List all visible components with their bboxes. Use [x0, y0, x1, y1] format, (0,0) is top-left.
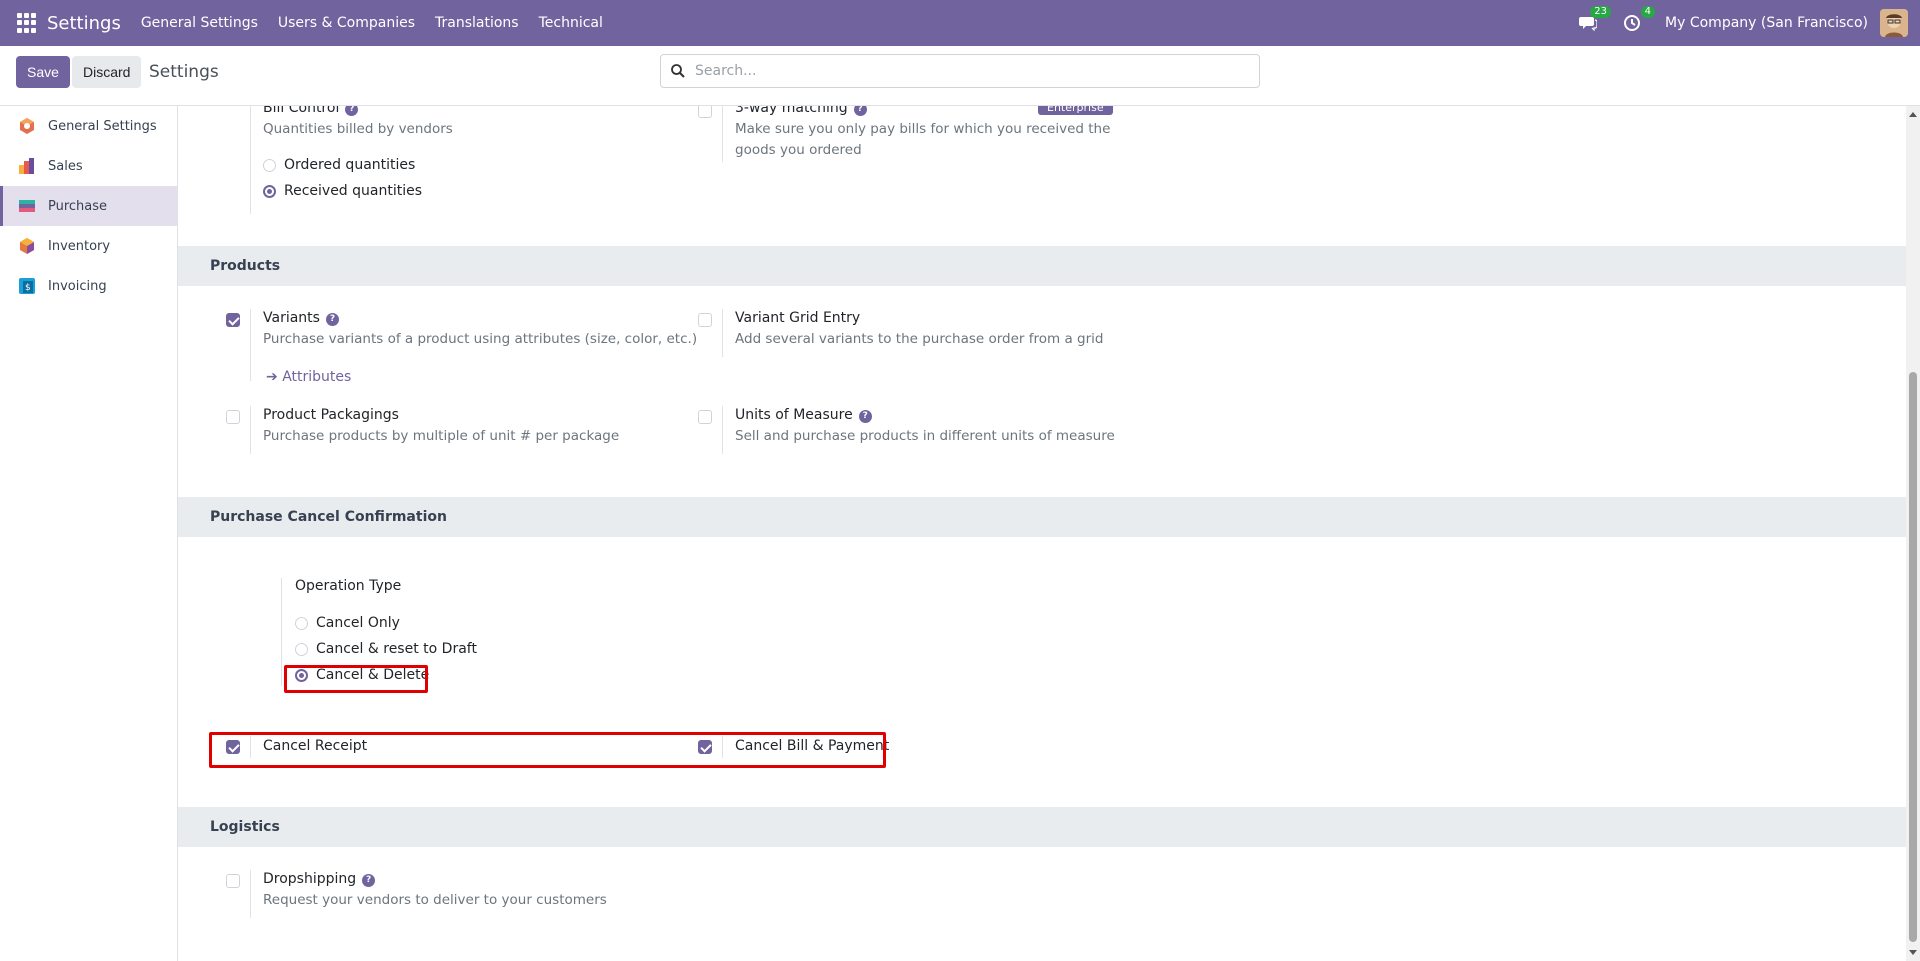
sidebar-item-purchase[interactable]: Purchase — [0, 186, 177, 226]
sidebar-item-sales[interactable]: Sales — [0, 146, 177, 186]
help-icon[interactable]: ? — [345, 106, 359, 116]
user-avatar[interactable] — [1880, 9, 1908, 37]
radio-ordered-quantities[interactable] — [263, 159, 276, 172]
dropshipping-checkbox[interactable] — [226, 874, 240, 888]
company-switcher[interactable]: My Company (San Francisco) — [1665, 15, 1868, 31]
invoicing-icon: $ — [19, 278, 35, 294]
sales-icon — [19, 158, 34, 174]
sidebar-item-label: Inventory — [48, 238, 111, 254]
variant-grid-title: Variant Grid Entry — [735, 310, 861, 326]
radio-cancel-only[interactable] — [295, 617, 308, 630]
packagings-desc: Purchase products by multiple of unit # … — [263, 428, 620, 444]
divider — [722, 309, 723, 357]
divider — [250, 106, 251, 214]
general-settings-icon — [20, 118, 34, 134]
messages-icon[interactable]: 23 — [1577, 6, 1612, 34]
section-cancel-confirmation: Purchase Cancel Confirmation — [178, 497, 1906, 537]
variants-checkbox[interactable] — [226, 313, 240, 327]
sidebar-item-label: Sales — [48, 158, 83, 174]
help-icon[interactable]: ? — [853, 106, 867, 116]
activities-icon[interactable]: 4 — [1621, 6, 1656, 34]
inventory-icon — [20, 238, 34, 254]
three-way-matching-desc: Make sure you only pay bills for which y… — [735, 121, 1111, 158]
uom-title: Units of Measure? — [735, 407, 872, 423]
divider — [281, 578, 282, 686]
scroll-thumb[interactable] — [1909, 372, 1917, 942]
sidebar-item-label: General Settings — [48, 118, 157, 134]
bill-control-title: Bill Control? — [263, 106, 359, 116]
sidebar-item-label: Invoicing — [48, 278, 107, 294]
dropshipping-title: Dropshipping? — [263, 871, 376, 887]
discard-button[interactable]: Discard — [72, 56, 142, 88]
variant-grid-checkbox[interactable] — [698, 313, 712, 327]
packagings-checkbox[interactable] — [226, 410, 240, 424]
content-scrollbar[interactable] — [1906, 106, 1920, 961]
attributes-link[interactable]: ➔ Attributes — [266, 369, 351, 385]
search-input[interactable] — [695, 63, 1235, 79]
dropshipping-desc: Request your vendors to deliver to your … — [263, 892, 607, 908]
uom-desc: Sell and purchase products in different … — [735, 428, 1115, 444]
help-icon[interactable]: ? — [325, 313, 339, 326]
scroll-down-icon[interactable] — [1909, 950, 1917, 955]
highlight-cancel-options — [209, 732, 886, 768]
variants-title: Variants? — [263, 310, 339, 326]
purchase-icon — [19, 200, 35, 212]
help-icon[interactable]: ? — [362, 874, 376, 887]
menu-users-companies[interactable]: Users & Companies — [278, 15, 415, 31]
variants-desc: Purchase variants of a product using att… — [263, 331, 698, 347]
arrow-right-icon: ➔ — [266, 369, 283, 385]
radio-cancel-reset-draft[interactable] — [295, 643, 308, 656]
divider — [250, 309, 251, 381]
control-panel: Save Discard Settings — [0, 46, 1920, 106]
sidebar-item-invoicing[interactable]: $ Invoicing — [0, 266, 177, 306]
menu-general-settings[interactable]: General Settings — [141, 15, 258, 31]
settings-content: Bill Control? Quantities billed by vendo… — [178, 106, 1906, 961]
svg-text:$: $ — [25, 283, 31, 293]
operation-type-label: Operation Type — [295, 578, 402, 594]
messages-count-badge: 23 — [1590, 6, 1612, 18]
divider — [722, 106, 723, 162]
enterprise-badge: Enterprise — [1038, 106, 1113, 115]
radio-label-cancel-only: Cancel Only — [316, 615, 400, 631]
divider — [722, 406, 723, 454]
section-products: Products — [178, 246, 1906, 286]
sidebar-item-inventory[interactable]: Inventory — [0, 226, 177, 266]
radio-label-received: Received quantities — [284, 183, 423, 199]
activities-count-badge: 4 — [1640, 6, 1656, 18]
packagings-title: Product Packagings — [263, 407, 399, 423]
divider — [250, 406, 251, 454]
radio-label-cancel-reset: Cancel & reset to Draft — [316, 641, 477, 657]
section-logistics: Logistics — [178, 807, 1906, 847]
settings-sidebar: General Settings Sales Purchase Inventor… — [0, 106, 178, 961]
save-button[interactable]: Save — [16, 56, 70, 88]
app-menu-icon[interactable] — [17, 13, 37, 33]
help-icon[interactable]: ? — [858, 410, 872, 423]
radio-label-ordered: Ordered quantities — [284, 157, 416, 173]
divider — [250, 870, 251, 918]
three-way-matching-checkbox[interactable] — [698, 106, 712, 118]
variant-grid-desc: Add several variants to the purchase ord… — [735, 331, 1104, 347]
radio-received-quantities[interactable] — [263, 185, 276, 198]
sidebar-item-label: Purchase — [48, 198, 108, 214]
search-box[interactable] — [660, 54, 1260, 88]
uom-checkbox[interactable] — [698, 410, 712, 424]
highlight-cancel-delete — [284, 665, 428, 693]
menu-technical[interactable]: Technical — [539, 15, 603, 31]
app-brand[interactable]: Settings — [47, 13, 121, 34]
sidebar-item-general-settings[interactable]: General Settings — [0, 106, 177, 146]
search-icon — [671, 64, 685, 78]
bill-control-desc: Quantities billed by vendors — [263, 121, 453, 137]
three-way-matching-title: 3-way matching? — [735, 106, 867, 116]
scroll-up-icon[interactable] — [1909, 112, 1917, 117]
top-navbar: Settings General Settings Users & Compan… — [0, 0, 1920, 46]
page-title: Settings — [149, 62, 219, 82]
menu-translations[interactable]: Translations — [435, 15, 519, 31]
